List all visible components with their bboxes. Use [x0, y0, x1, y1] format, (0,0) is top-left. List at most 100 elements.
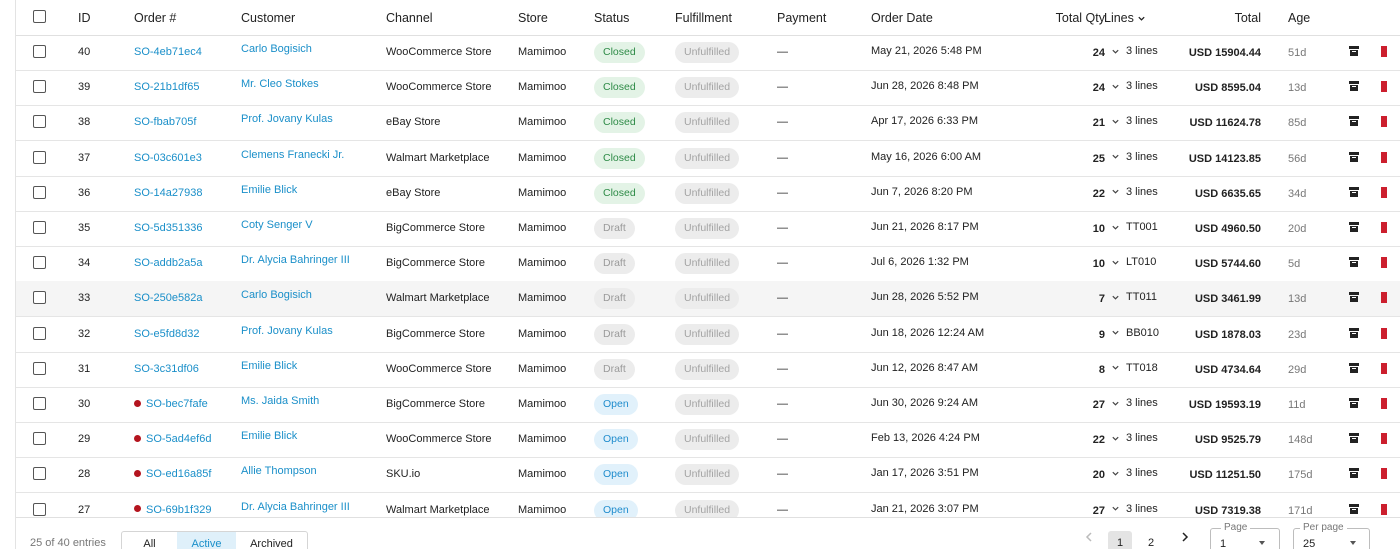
lines-expander[interactable]: 3 lines: [1111, 186, 1158, 198]
table-row[interactable]: 40 SO-4eb71ec4 Carlo Bogisich WooCommerce S…: [16, 35, 1400, 71]
lines-expander[interactable]: TT018: [1111, 362, 1158, 374]
lines-expander[interactable]: 3 lines: [1111, 432, 1158, 444]
row-checkbox[interactable]: [33, 291, 46, 305]
customer-link[interactable]: Prof. Jovany Kulas: [241, 325, 333, 337]
order-link[interactable]: SO-fbab705f: [134, 116, 196, 128]
row-checkbox[interactable]: [33, 150, 46, 164]
trash-icon[interactable]: [1381, 116, 1387, 128]
header-customer[interactable]: Customer: [241, 11, 295, 25]
table-row[interactable]: 36 SO-14a27938 Emilie Blick eBay Store Mamim…: [16, 176, 1400, 212]
trash-icon[interactable]: [1381, 81, 1387, 93]
table-row[interactable]: 31 SO-3c31df06 Emilie Blick WooCommerce Sto…: [16, 352, 1400, 388]
lines-expander[interactable]: BB010: [1111, 327, 1159, 339]
table-row[interactable]: 37 SO-03c601e3 Clemens Franecki Jr. Walmart…: [16, 141, 1400, 177]
archive-icon[interactable]: [1349, 327, 1359, 338]
customer-link[interactable]: Carlo Bogisich: [241, 289, 312, 301]
lines-expander[interactable]: 3 lines: [1111, 45, 1158, 57]
trash-icon[interactable]: [1381, 503, 1387, 515]
table-row[interactable]: 30 SO-bec7fafe Ms. Jaida Smith BigCommerce …: [16, 387, 1400, 423]
header-age[interactable]: Age: [1288, 11, 1310, 25]
order-link[interactable]: SO-69b1f329: [134, 504, 211, 516]
trash-icon[interactable]: [1381, 433, 1387, 445]
table-row[interactable]: 32 SO-e5fd8d32 Prof. Jovany Kulas BigCommer…: [16, 317, 1400, 353]
order-link[interactable]: SO-addb2a5a: [134, 257, 203, 269]
order-link[interactable]: SO-e5fd8d32: [134, 328, 199, 340]
row-checkbox[interactable]: [33, 432, 46, 446]
header-payment[interactable]: Payment: [777, 11, 826, 25]
row-checkbox[interactable]: [33, 256, 46, 270]
order-link[interactable]: SO-03c601e3: [134, 152, 202, 164]
customer-link[interactable]: Ms. Jaida Smith: [241, 395, 319, 407]
customer-link[interactable]: Emilie Blick: [241, 430, 297, 442]
per-page-select[interactable]: Per page 25: [1293, 522, 1370, 549]
row-checkbox[interactable]: [33, 80, 46, 94]
order-link[interactable]: SO-250e582a: [134, 292, 203, 304]
table-row[interactable]: 39 SO-21b1df65 Mr. Cleo Stokes WooCommerce …: [16, 70, 1400, 107]
trash-icon[interactable]: [1381, 362, 1387, 374]
order-link[interactable]: SO-5ad4ef6d: [134, 433, 211, 445]
select-all-checkbox[interactable]: [33, 10, 46, 23]
archive-icon[interactable]: [1349, 46, 1359, 56]
trash-icon[interactable]: [1381, 186, 1387, 198]
row-checkbox[interactable]: [33, 502, 46, 516]
archive-icon[interactable]: [1349, 292, 1359, 303]
row-checkbox[interactable]: [33, 185, 46, 199]
table-row[interactable]: 28 SO-ed16a85f Allie Thompson SKU.io Mamimoo…: [16, 457, 1400, 494]
trash-icon[interactable]: [1381, 398, 1387, 409]
customer-link[interactable]: Dr. Alycia Bahringer III: [241, 254, 350, 266]
customer-link[interactable]: Carlo Bogisich: [241, 43, 312, 55]
order-link[interactable]: SO-4eb71ec4: [134, 46, 202, 58]
customer-link[interactable]: Allie Thompson: [241, 465, 317, 477]
row-checkbox[interactable]: [33, 467, 46, 481]
tab-active[interactable]: Active: [177, 532, 236, 549]
page-button-2[interactable]: 2: [1144, 531, 1158, 549]
page-button-1[interactable]: 1: [1108, 531, 1132, 549]
archive-icon[interactable]: [1349, 116, 1359, 127]
trash-icon[interactable]: [1381, 257, 1387, 269]
table-row[interactable]: 35 SO-5d351336 Coty Senger V BigCommerce St…: [16, 211, 1400, 247]
customer-link[interactable]: Dr. Alycia Bahringer III: [241, 501, 350, 513]
lines-expander[interactable]: 3 lines: [1111, 397, 1158, 409]
lines-expander[interactable]: 3 lines: [1111, 80, 1158, 92]
page-select[interactable]: Page 1: [1210, 522, 1280, 549]
lines-expander[interactable]: LT010: [1111, 256, 1156, 268]
row-checkbox[interactable]: [33, 115, 46, 129]
header-order-date[interactable]: Order Date: [871, 11, 933, 25]
table-row[interactable]: 29 SO-5ad4ef6d Emilie Blick WooCommerce Sto…: [16, 422, 1400, 459]
header-store[interactable]: Store: [518, 11, 548, 25]
tab-archived[interactable]: Archived: [236, 532, 307, 549]
trash-icon[interactable]: [1381, 222, 1387, 233]
lines-expander[interactable]: 3 lines: [1111, 467, 1158, 479]
next-page-button[interactable]: [1178, 532, 1192, 545]
header-lines[interactable]: Lines: [1104, 11, 1146, 25]
customer-link[interactable]: Clemens Franecki Jr.: [241, 149, 344, 161]
lines-expander[interactable]: TT001: [1111, 221, 1158, 233]
table-row[interactable]: 34 SO-addb2a5a Dr. Alycia Bahringer III Big…: [16, 246, 1400, 283]
archive-icon[interactable]: [1349, 222, 1359, 232]
row-checkbox[interactable]: [33, 361, 46, 375]
header-fulfillment[interactable]: Fulfillment: [675, 11, 732, 25]
archive-icon[interactable]: [1349, 257, 1359, 268]
header-total[interactable]: Total: [1235, 11, 1261, 25]
order-link[interactable]: SO-ed16a85f: [134, 468, 211, 480]
lines-expander[interactable]: 3 lines: [1111, 151, 1158, 163]
archive-icon[interactable]: [1349, 503, 1359, 514]
row-checkbox[interactable]: [33, 221, 46, 234]
row-checkbox[interactable]: [33, 45, 46, 58]
trash-icon[interactable]: [1381, 46, 1387, 57]
table-row[interactable]: 33 SO-250e582a Carlo Bogisich Walmart Marke…: [16, 281, 1400, 318]
archive-icon[interactable]: [1349, 468, 1359, 479]
customer-link[interactable]: Emilie Blick: [241, 360, 297, 372]
lines-expander[interactable]: 3 lines: [1111, 115, 1158, 127]
trash-icon[interactable]: [1381, 292, 1387, 304]
archive-icon[interactable]: [1349, 398, 1359, 408]
customer-link[interactable]: Prof. Jovany Kulas: [241, 113, 333, 125]
order-link[interactable]: SO-bec7fafe: [134, 398, 208, 410]
header-total-qty[interactable]: Total Qty: [1056, 11, 1105, 25]
trash-icon[interactable]: [1381, 327, 1387, 339]
archive-icon[interactable]: [1349, 433, 1359, 444]
header-order[interactable]: Order #: [134, 11, 176, 25]
prev-page-button[interactable]: [1082, 532, 1096, 545]
archive-icon[interactable]: [1349, 186, 1359, 197]
lines-expander[interactable]: TT011: [1111, 291, 1157, 303]
